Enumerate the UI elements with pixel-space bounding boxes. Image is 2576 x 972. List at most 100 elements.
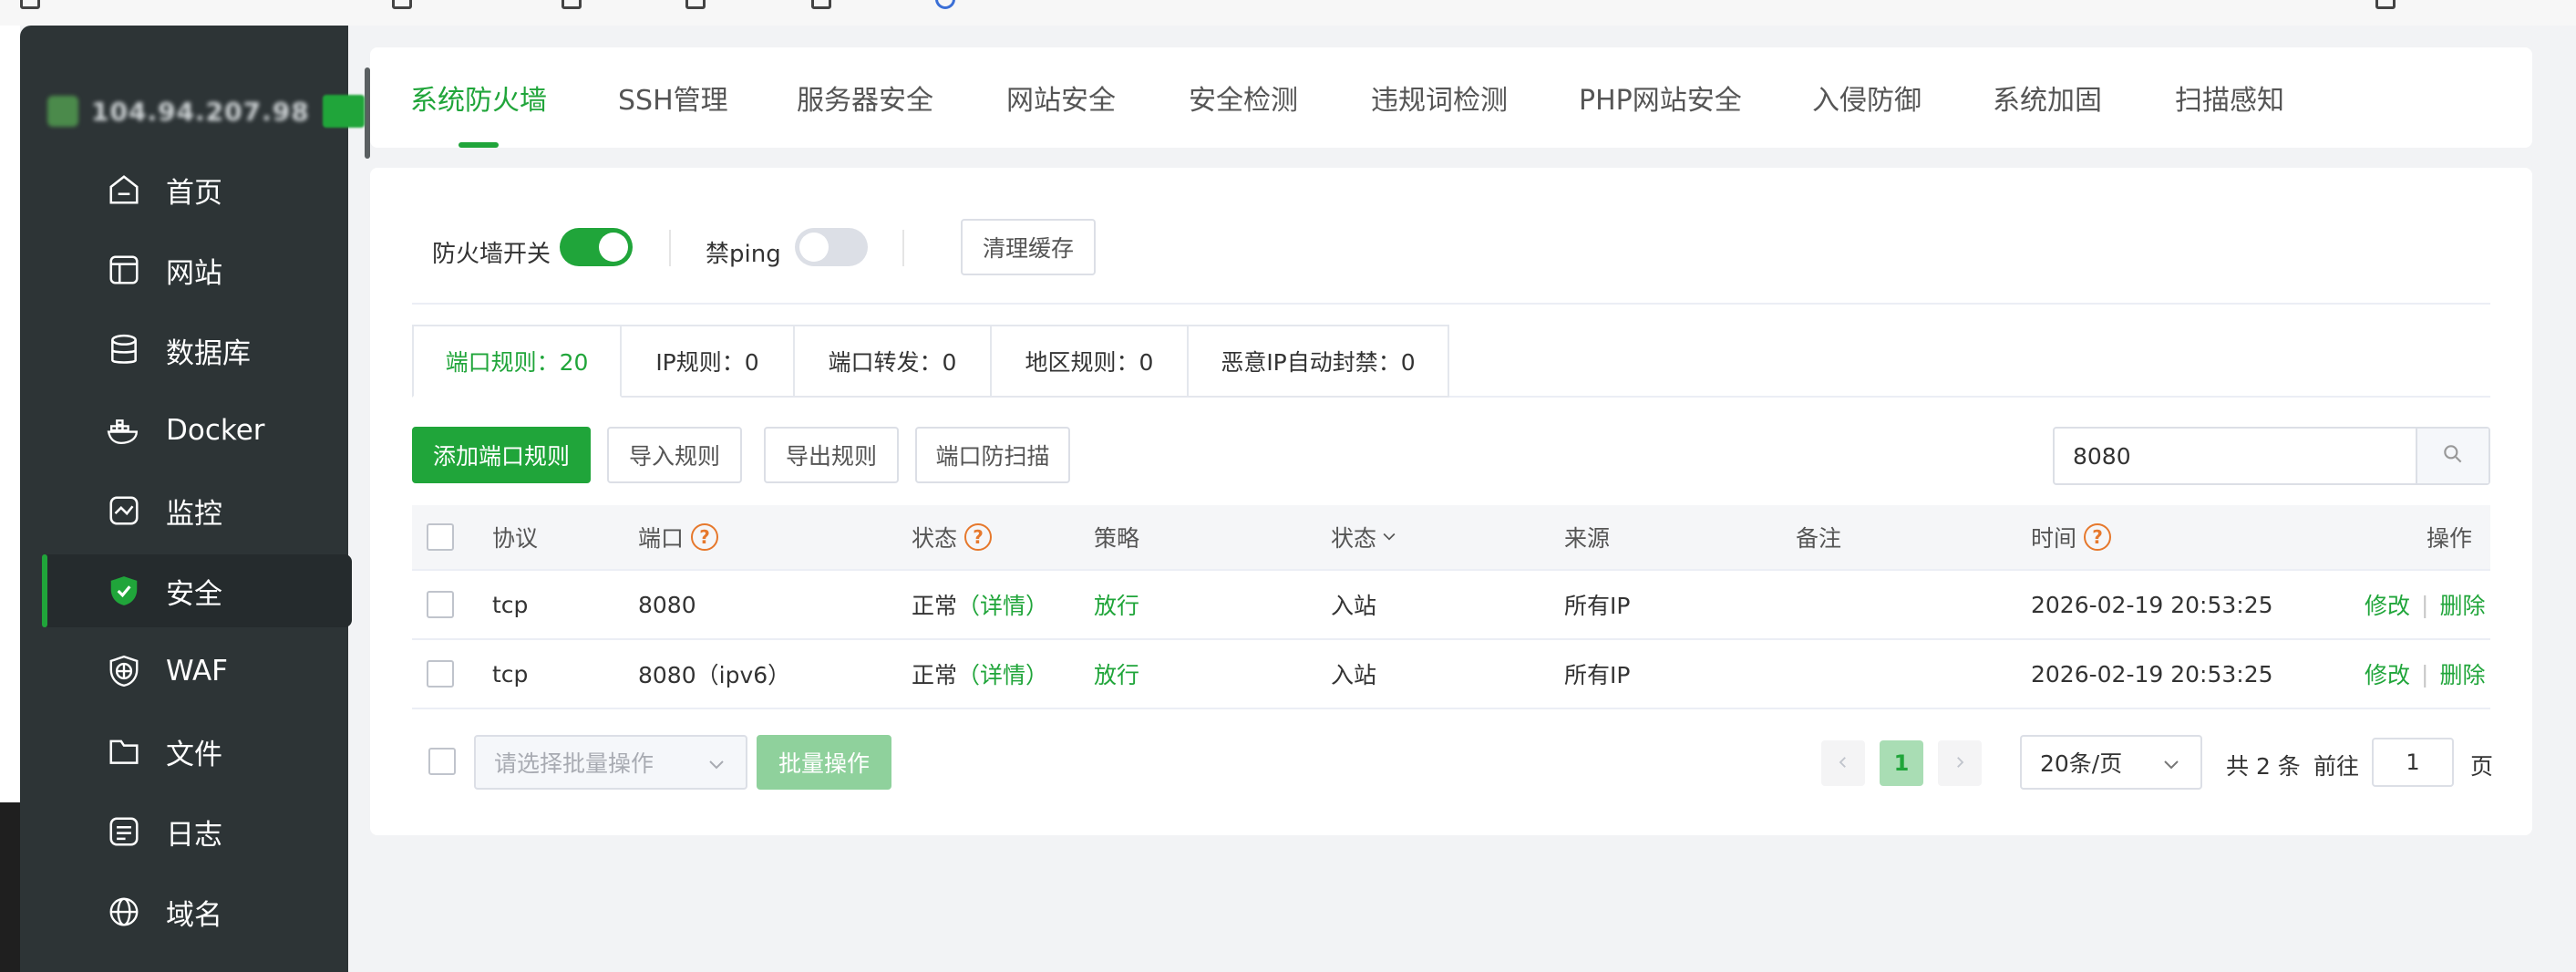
sidebar-item-docker[interactable]: Docker: [42, 394, 352, 467]
row-checkbox[interactable]: [427, 660, 454, 688]
sidebar-item-label: 数据库: [166, 336, 251, 370]
export-rules-button[interactable]: 导出规则: [764, 427, 899, 483]
sidebar-item-label: 首页: [166, 176, 222, 210]
cell-port: 8080（ipv6）: [638, 662, 791, 688]
bookmark-item[interactable]: [2375, 0, 2396, 11]
sidebar-item-label: WAF: [166, 655, 228, 688]
cell-direction: 入站: [1331, 662, 1377, 688]
tab-server-security[interactable]: 服务器安全: [797, 47, 933, 148]
header-direction[interactable]: 状态: [1331, 505, 1398, 569]
sidebar-item-files[interactable]: 文件: [42, 715, 352, 788]
cell-port: 8080: [638, 591, 696, 618]
firewall-toggle[interactable]: [560, 228, 633, 266]
folder-icon: [2375, 0, 2396, 9]
sidebar-item-label: Docker: [166, 414, 265, 447]
edit-link[interactable]: 修改: [2365, 657, 2410, 690]
tab-system-hardening[interactable]: 系统加固: [1993, 47, 2102, 148]
status-detail-link[interactable]: （详情）: [957, 657, 1048, 690]
sidebar-item-label: 网站: [166, 256, 222, 290]
help-icon[interactable]: ?: [691, 523, 719, 551]
header-direction-label: 状态: [1331, 525, 1377, 552]
cell-source: 所有IP: [1564, 662, 1631, 688]
select-all-checkbox[interactable]: [427, 523, 454, 551]
tab-intrusion-prevention[interactable]: 入侵防御: [1812, 47, 1922, 148]
cell-time: 2026-02-19 20:53:25: [2031, 591, 2273, 618]
tab-system-firewall[interactable]: 系统防火墙: [410, 47, 547, 148]
header-policy: 策略: [1094, 525, 1140, 552]
tab-website-security[interactable]: 网站安全: [1006, 47, 1116, 148]
search-button[interactable]: [2416, 429, 2488, 483]
clear-cache-button[interactable]: 清理缓存: [961, 219, 1096, 275]
tab-ip-rules[interactable]: IP规则：0: [622, 325, 795, 398]
edit-link[interactable]: 修改: [2365, 588, 2410, 621]
page-size-select[interactable]: 20条/页: [2020, 735, 2202, 790]
cell-operations: 修改 | 删除: [2365, 640, 2485, 708]
server-ip-header[interactable]: 104.94.207.98: [47, 91, 365, 131]
bookmark-item[interactable]: [811, 0, 831, 11]
folder-icon: [106, 733, 142, 770]
table-header: 协议 端口? 状态? 策略 状态 来源 备注 时间? 操作: [412, 505, 2490, 571]
page-size-value: 20条/页: [2040, 750, 2123, 777]
bookmark-item[interactable]: [20, 0, 40, 11]
chevron-down-icon: [706, 753, 727, 781]
delete-link[interactable]: 删除: [2439, 657, 2485, 690]
sidebar-item-label: 监控: [166, 497, 222, 531]
bookmark-item[interactable]: [685, 0, 706, 11]
delete-link[interactable]: 删除: [2439, 588, 2485, 621]
header-status-label: 状态: [912, 525, 958, 552]
tab-security-scan[interactable]: 安全检测: [1189, 47, 1298, 148]
batch-action-select[interactable]: 请选择批量操作: [474, 735, 747, 790]
prev-page-button[interactable]: [1821, 740, 1865, 786]
cell-time: 2026-02-19 20:53:25: [2031, 660, 2273, 688]
cell-policy: 放行: [1094, 662, 1140, 688]
help-icon[interactable]: ?: [2084, 523, 2112, 551]
port-anti-scan-button[interactable]: 端口防扫描: [915, 427, 1070, 483]
sidebar-item-domain[interactable]: 域名: [42, 875, 352, 948]
sidebar-item-waf[interactable]: WAF: [42, 635, 352, 708]
tab-region-rules[interactable]: 地区规则：0: [992, 325, 1189, 398]
folder-icon: [685, 0, 706, 9]
sidebar-item-home[interactable]: 首页: [42, 153, 352, 226]
tab-ssh[interactable]: SSH管理: [618, 47, 728, 148]
monitor-icon: [106, 492, 142, 529]
docker-icon: [106, 412, 142, 449]
cell-policy: 放行: [1094, 593, 1140, 619]
search-box: [2053, 427, 2490, 485]
cell-status: 正常 （详情）: [912, 640, 1048, 708]
www-icon: [106, 894, 142, 930]
ban-ping-toggle[interactable]: [795, 228, 868, 266]
batch-select-checkbox[interactable]: [428, 748, 456, 775]
sidebar-item-database[interactable]: 数据库: [42, 314, 352, 387]
tab-port-forward[interactable]: 端口转发：0: [795, 325, 992, 398]
add-port-rule-button[interactable]: 添加端口规则: [412, 427, 591, 483]
status-detail-link[interactable]: （详情）: [957, 588, 1048, 621]
row-checkbox[interactable]: [427, 591, 454, 618]
next-page-button[interactable]: [1938, 740, 1982, 786]
firewall-switch-label: 防火墙开关: [432, 241, 551, 268]
sidebar-item-logs[interactable]: 日志: [42, 795, 352, 868]
header-protocol: 协议: [492, 525, 539, 552]
sidebar-item-monitor[interactable]: 监控: [42, 474, 352, 547]
rule-type-tabs: 端口规则：20 IP规则：0 端口转发：0 地区规则：0 恶意IP自动封禁：0: [412, 325, 2490, 398]
batch-operation-button[interactable]: 批量操作: [757, 735, 891, 790]
tab-php-security[interactable]: PHP网站安全: [1579, 47, 1742, 148]
sidebar: 104.94.207.98 首页 网站 数据库 Docker 监控 安全 WAF…: [20, 26, 370, 972]
header-time-label: 时间: [2031, 525, 2077, 552]
search-input[interactable]: [2055, 429, 2417, 483]
page-number-button[interactable]: 1: [1880, 740, 1923, 786]
tab-malicious-ip-ban[interactable]: 恶意IP自动封禁：0: [1189, 325, 1449, 398]
sidebar-item-website[interactable]: 网站: [42, 233, 352, 306]
sidebar-item-security[interactable]: 安全: [42, 554, 352, 627]
folder-icon: [392, 0, 412, 9]
tab-port-rules[interactable]: 端口规则：20: [412, 325, 622, 398]
bookmark-item[interactable]: [392, 0, 412, 11]
divider: [902, 230, 904, 266]
tab-banned-words[interactable]: 违规词检测: [1371, 47, 1508, 148]
help-icon[interactable]: ?: [964, 523, 993, 551]
goto-page-input[interactable]: [2372, 738, 2454, 787]
tab-scan-detection[interactable]: 扫描感知: [2175, 47, 2284, 148]
header-time: 时间?: [2031, 505, 2112, 569]
bookmark-item[interactable]: [562, 0, 582, 11]
bookmark-item[interactable]: [935, 0, 955, 11]
import-rules-button[interactable]: 导入规则: [607, 427, 742, 483]
